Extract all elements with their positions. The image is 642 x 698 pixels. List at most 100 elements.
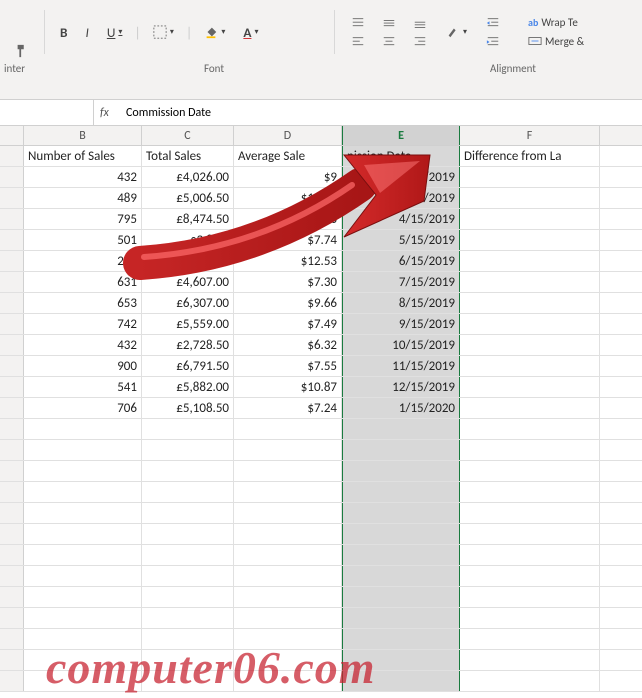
cell[interactable] bbox=[460, 335, 600, 355]
cell[interactable]: 489 bbox=[24, 188, 142, 208]
row-header[interactable] bbox=[0, 545, 24, 565]
select-all-corner[interactable] bbox=[0, 126, 24, 145]
cell[interactable] bbox=[234, 566, 342, 586]
cell[interactable]: $12.53 bbox=[234, 251, 342, 271]
cell[interactable] bbox=[460, 398, 600, 418]
cell[interactable]: £5,006.50 bbox=[142, 188, 234, 208]
cell[interactable] bbox=[342, 629, 460, 649]
cell[interactable]: 432 bbox=[24, 167, 142, 187]
cell[interactable]: nission Date bbox=[342, 146, 460, 166]
cell[interactable]: $7.55 bbox=[234, 356, 342, 376]
cell[interactable]: 653 bbox=[24, 293, 142, 313]
cell[interactable] bbox=[24, 524, 142, 544]
row-header[interactable] bbox=[0, 419, 24, 439]
column-header-F[interactable]: F bbox=[460, 126, 600, 145]
cell[interactable] bbox=[24, 503, 142, 523]
row-header[interactable] bbox=[0, 209, 24, 229]
cell[interactable]: 7/15/2019 bbox=[342, 272, 460, 292]
font-color-button[interactable]: A▾ bbox=[237, 20, 264, 45]
cell[interactable] bbox=[460, 629, 600, 649]
cell[interactable]: £4,607.00 bbox=[142, 272, 234, 292]
row-header[interactable] bbox=[0, 377, 24, 397]
cell[interactable] bbox=[142, 629, 234, 649]
row-header[interactable] bbox=[0, 314, 24, 334]
decrease-indent-button[interactable] bbox=[479, 14, 507, 32]
cell[interactable]: 501 bbox=[24, 230, 142, 250]
align-center-button[interactable] bbox=[375, 33, 403, 51]
row-header[interactable] bbox=[0, 230, 24, 250]
cell[interactable] bbox=[24, 419, 142, 439]
cell[interactable] bbox=[234, 608, 342, 628]
cell[interactable] bbox=[24, 587, 142, 607]
row-header[interactable] bbox=[0, 251, 24, 271]
row-header[interactable] bbox=[0, 629, 24, 649]
cell[interactable]: 3/15/2019 bbox=[342, 188, 460, 208]
grid-body[interactable]: Number of SalesTotal SalesAverage Saleni… bbox=[0, 146, 642, 692]
cell[interactable]: 795 bbox=[24, 209, 142, 229]
cell[interactable] bbox=[142, 461, 234, 481]
cell[interactable] bbox=[234, 545, 342, 565]
cell[interactable]: £6,307.00 bbox=[142, 293, 234, 313]
fill-color-button[interactable]: ▾ bbox=[198, 21, 231, 43]
cell[interactable] bbox=[24, 440, 142, 460]
cell[interactable]: $10.87 bbox=[234, 377, 342, 397]
format-painter-button[interactable] bbox=[9, 40, 35, 62]
cell[interactable] bbox=[24, 566, 142, 586]
cell[interactable] bbox=[460, 566, 600, 586]
cell[interactable]: 6/15/2019 bbox=[342, 251, 460, 271]
align-left-button[interactable] bbox=[344, 33, 372, 51]
row-header[interactable] bbox=[0, 167, 24, 187]
cell[interactable]: $7.30 bbox=[234, 272, 342, 292]
cell[interactable]: 8/15/2019 bbox=[342, 293, 460, 313]
cell[interactable] bbox=[234, 629, 342, 649]
cell[interactable] bbox=[460, 251, 600, 271]
cell[interactable] bbox=[460, 230, 600, 250]
wrap-text-button[interactable]: ab Wrap Te bbox=[521, 14, 591, 31]
cell[interactable] bbox=[24, 671, 142, 691]
cell[interactable] bbox=[460, 545, 600, 565]
cell[interactable] bbox=[234, 671, 342, 691]
cell[interactable] bbox=[460, 524, 600, 544]
cell[interactable] bbox=[342, 545, 460, 565]
row-header[interactable] bbox=[0, 356, 24, 376]
cell[interactable]: 1/15/2020 bbox=[342, 398, 460, 418]
cell[interactable] bbox=[142, 608, 234, 628]
cell[interactable] bbox=[142, 566, 234, 586]
cell[interactable] bbox=[460, 188, 600, 208]
row-header[interactable] bbox=[0, 146, 24, 166]
formula-input[interactable] bbox=[126, 106, 636, 120]
row-header[interactable] bbox=[0, 188, 24, 208]
cell[interactable]: 12/15/2019 bbox=[342, 377, 460, 397]
cell[interactable] bbox=[142, 524, 234, 544]
cell[interactable]: $6.32 bbox=[234, 335, 342, 355]
row-header[interactable] bbox=[0, 587, 24, 607]
cell[interactable] bbox=[460, 419, 600, 439]
cell[interactable] bbox=[460, 314, 600, 334]
merge-button[interactable]: Merge & bbox=[521, 32, 591, 50]
cell[interactable]: Average Sale bbox=[234, 146, 342, 166]
cell[interactable]: 10/15/2019 bbox=[342, 335, 460, 355]
cell[interactable]: £2,932.50 bbox=[142, 251, 234, 271]
cell[interactable] bbox=[142, 545, 234, 565]
row-header[interactable] bbox=[0, 608, 24, 628]
cell[interactable] bbox=[342, 482, 460, 502]
cell[interactable] bbox=[234, 503, 342, 523]
cell[interactable] bbox=[234, 419, 342, 439]
cell[interactable] bbox=[342, 524, 460, 544]
align-top-button[interactable] bbox=[344, 14, 372, 32]
cell[interactable]: 706 bbox=[24, 398, 142, 418]
cell[interactable]: 5/15/2019 bbox=[342, 230, 460, 250]
cell[interactable] bbox=[142, 587, 234, 607]
cell[interactable] bbox=[460, 377, 600, 397]
row-header[interactable] bbox=[0, 650, 24, 670]
row-header[interactable] bbox=[0, 671, 24, 691]
row-header[interactable] bbox=[0, 398, 24, 418]
row-header[interactable] bbox=[0, 503, 24, 523]
cell[interactable] bbox=[234, 440, 342, 460]
italic-button[interactable]: I bbox=[79, 20, 94, 45]
cell[interactable] bbox=[234, 587, 342, 607]
cell[interactable] bbox=[342, 671, 460, 691]
cell[interactable]: £6,791.50 bbox=[142, 356, 234, 376]
cell[interactable] bbox=[142, 419, 234, 439]
cell[interactable] bbox=[24, 650, 142, 670]
